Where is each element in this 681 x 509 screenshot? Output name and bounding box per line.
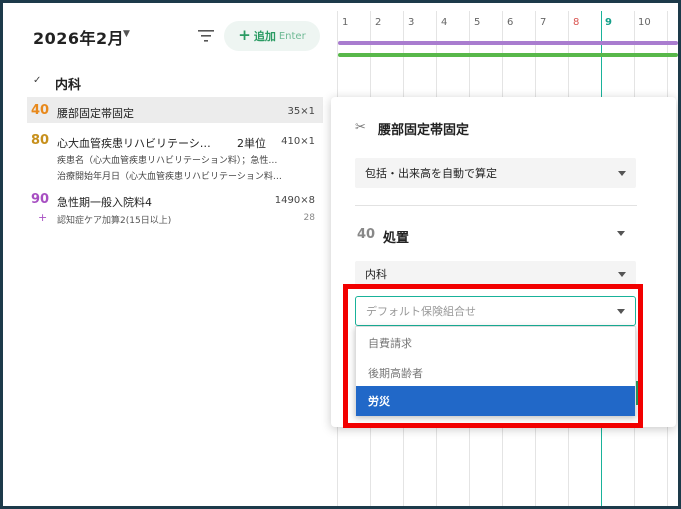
- add-shortcut-label: Enter: [278, 30, 306, 42]
- order-unit: 2単位: [237, 137, 266, 150]
- chevron-down-icon[interactable]: ✓: [33, 75, 41, 86]
- schedule-bar-green[interactable]: [338, 53, 678, 57]
- order-quantity: 410×1: [281, 136, 315, 147]
- add-button-label: 追加: [253, 30, 276, 43]
- order-name[interactable]: 腰部固定帯固定: [57, 105, 134, 121]
- day-label[interactable]: 2: [375, 17, 381, 28]
- add-button[interactable]: + 追加 Enter: [224, 21, 320, 51]
- plus-icon: +: [38, 211, 48, 224]
- addon-name[interactable]: 認知症ケア加算2(15日以上): [57, 213, 171, 226]
- order-points: 40: [31, 103, 50, 118]
- addon-value: 28: [303, 213, 315, 223]
- order-detail: 疾患名（心大血管疾患リハビリテーション料）；急性…: [57, 156, 278, 166]
- day-label[interactable]: 10: [638, 17, 651, 28]
- app-frame: 1 2 3 4 5 6 7 8 9 10 2026年2月 ▼ + 追加 Ente…: [0, 0, 681, 509]
- department-heading[interactable]: 内科: [55, 74, 81, 93]
- bandage-icon: ✂: [355, 120, 366, 135]
- calc-mode-select[interactable]: 包括・出来高を自動で算定: [355, 158, 636, 188]
- popover-title: 腰部固定帯固定: [378, 123, 470, 138]
- day-label[interactable]: 5: [474, 17, 480, 28]
- order-points: 80: [31, 133, 50, 148]
- order-name[interactable]: 急性期一般入院料4: [57, 194, 152, 210]
- caret-down-icon[interactable]: [617, 231, 625, 236]
- department-select-value: 内科: [365, 268, 387, 281]
- order-points: 90: [31, 192, 50, 207]
- order-quantity: 35×1: [287, 106, 315, 117]
- day-label[interactable]: 4: [441, 17, 447, 28]
- section-label: 処置: [383, 231, 410, 246]
- calc-mode-value: 包括・出来高を自動で算定: [365, 167, 497, 180]
- order-quantity: 1490×8: [274, 195, 315, 206]
- day-label[interactable]: 7: [540, 17, 546, 28]
- order-name[interactable]: 心大血管疾患リハビリテーシ…: [57, 135, 211, 151]
- month-selector[interactable]: 2026年2月: [33, 25, 124, 49]
- schedule-bar-purple[interactable]: [338, 41, 678, 45]
- caret-down-icon[interactable]: ▼: [123, 29, 130, 39]
- section-points: 40: [357, 227, 376, 242]
- highlight-box: [343, 284, 643, 428]
- divider: [355, 205, 637, 206]
- filter-icon[interactable]: [198, 30, 214, 42]
- day-label-today[interactable]: 9: [605, 17, 612, 28]
- caret-down-icon: [618, 272, 626, 277]
- order-detail: 治療開始年月日（心大血管疾患リハビリテーション料…: [57, 172, 282, 182]
- day-label[interactable]: 1: [342, 17, 348, 28]
- day-label[interactable]: 6: [507, 17, 513, 28]
- day-label[interactable]: 8: [573, 17, 579, 28]
- caret-down-icon: [618, 171, 626, 176]
- plus-icon: +: [238, 26, 251, 44]
- day-label[interactable]: 3: [408, 17, 414, 28]
